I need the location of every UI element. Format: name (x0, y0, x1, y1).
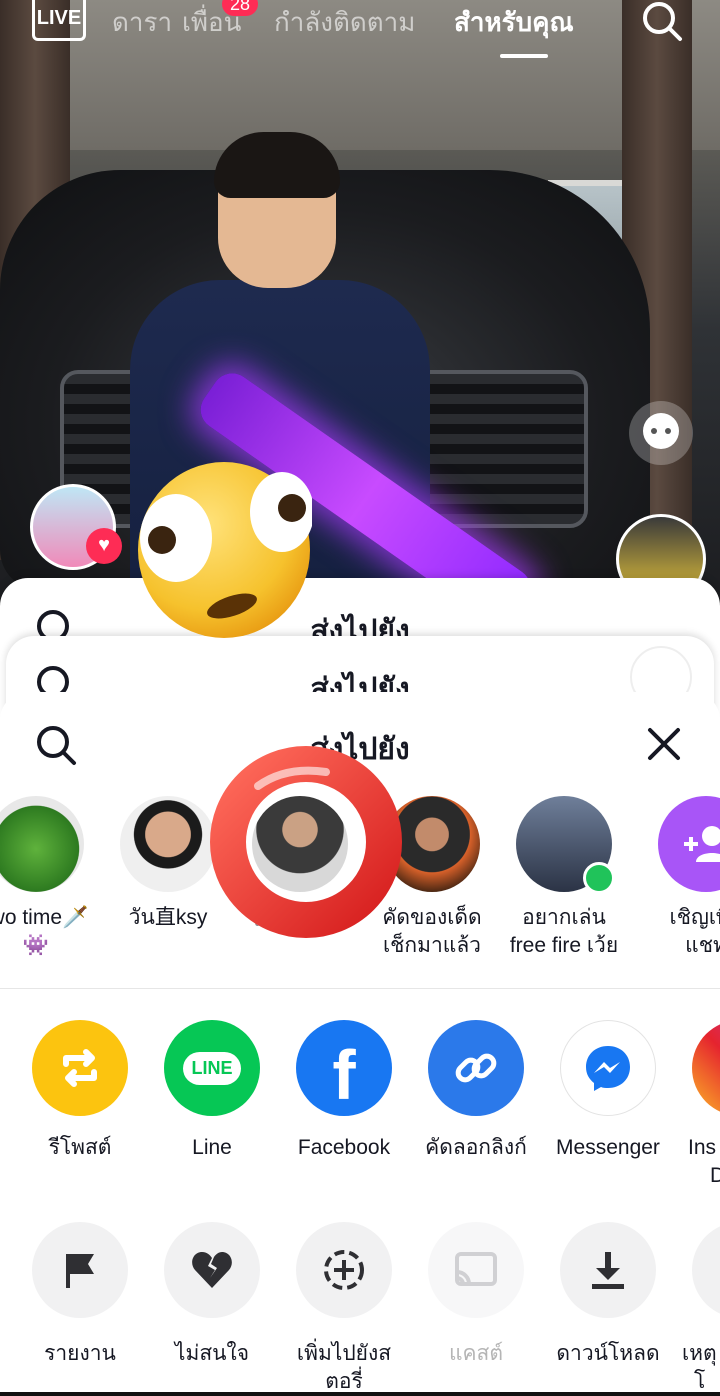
share-instagram[interactable]: Ins D (674, 1020, 720, 1190)
action-not-interested[interactable]: ไม่สนใจ (146, 1222, 278, 1368)
tab-for-you[interactable]: สำหรับคุณ (454, 2, 574, 43)
action-more[interactable]: เหตุ โ (674, 1222, 720, 1396)
contact-name: อยากเล่น (522, 906, 606, 929)
share-label: รีโพสต์ (48, 1136, 112, 1159)
action-label: รายงาน (44, 1342, 116, 1365)
instagram-icon (692, 1020, 720, 1116)
flushed-emoji-sticker (138, 462, 312, 638)
share-facebook[interactable]: f Facebook (278, 1020, 410, 1162)
facebook-icon: f (296, 1020, 392, 1116)
cast-icon (428, 1222, 524, 1318)
share-repost[interactable]: รีโพสต์ (14, 1020, 146, 1162)
child-hair (214, 132, 340, 198)
share-label: Line (192, 1136, 232, 1159)
share-messenger[interactable]: Messenger (542, 1020, 674, 1162)
action-label: ดาวน์โหลด (556, 1342, 660, 1365)
red-circle-annotation (210, 746, 402, 938)
chat-bubble-icon[interactable] (626, 398, 696, 468)
contact-avatar (120, 796, 216, 892)
broken-heart-icon (164, 1222, 260, 1318)
contact-avatar (0, 796, 84, 892)
action-report[interactable]: รายงาน (14, 1222, 146, 1368)
share-label-line2: D (710, 1164, 720, 1187)
share-label: คัดลอกลิงก์ (425, 1136, 527, 1159)
action-download[interactable]: ดาวน์โหลด (542, 1222, 674, 1368)
heart-badge-icon: ♥ (86, 528, 122, 564)
share-label: Facebook (297, 1136, 391, 1159)
section-divider (0, 988, 720, 989)
line-icon: LINE (164, 1020, 260, 1116)
online-status-indicator (583, 862, 615, 894)
contact-name-line2: แชท (685, 934, 720, 957)
add-friend-icon (658, 796, 720, 892)
more-icon (692, 1222, 720, 1318)
top-navigation: LIVE ดารา เพื่อน 28 กำลังติดตาม สำหรับคุ… (0, 0, 720, 60)
action-label: เหตุ (682, 1342, 717, 1365)
action-label: เพิ่มไปยังส (296, 1342, 392, 1365)
download-icon (560, 1222, 656, 1318)
share-label: Ins (688, 1136, 717, 1159)
live-icon[interactable]: LIVE (32, 0, 86, 41)
contact-name-line2: 👾 (22, 934, 50, 957)
link-icon (428, 1020, 524, 1116)
action-cast: แคสต์ (410, 1222, 542, 1368)
messenger-icon (560, 1020, 656, 1116)
contact-name: เชิญเพื่อ (669, 906, 720, 929)
repost-icon (32, 1020, 128, 1116)
contact-name-line2: free fire เว้ย (509, 934, 619, 957)
tab-stars[interactable]: ดารา (112, 2, 172, 43)
friends-badge: 28 (222, 0, 259, 16)
share-line[interactable]: LINE Line (146, 1020, 278, 1162)
share-copy-link[interactable]: คัดลอกลิงก์ (410, 1020, 542, 1162)
action-add-to-story[interactable]: เพิ่มไปยังส ตอรี่ (278, 1222, 410, 1396)
invite-friends-item[interactable]: เชิญเพื่อ แชท (646, 796, 720, 960)
share-label: Messenger (556, 1136, 660, 1159)
action-label: ไม่สนใจ (174, 1342, 250, 1365)
flag-icon (32, 1222, 128, 1318)
close-icon[interactable] (646, 726, 682, 762)
contact-item[interactable]: two time🗡️ 👾 (0, 796, 96, 960)
active-tab-indicator (500, 54, 548, 58)
action-label: แคสต์ (448, 1342, 504, 1365)
tab-following[interactable]: กำลังติดตาม (274, 2, 415, 43)
search-icon[interactable] (640, 0, 684, 44)
contact-name: two time🗡️ (0, 906, 89, 929)
add-story-icon (296, 1222, 392, 1318)
